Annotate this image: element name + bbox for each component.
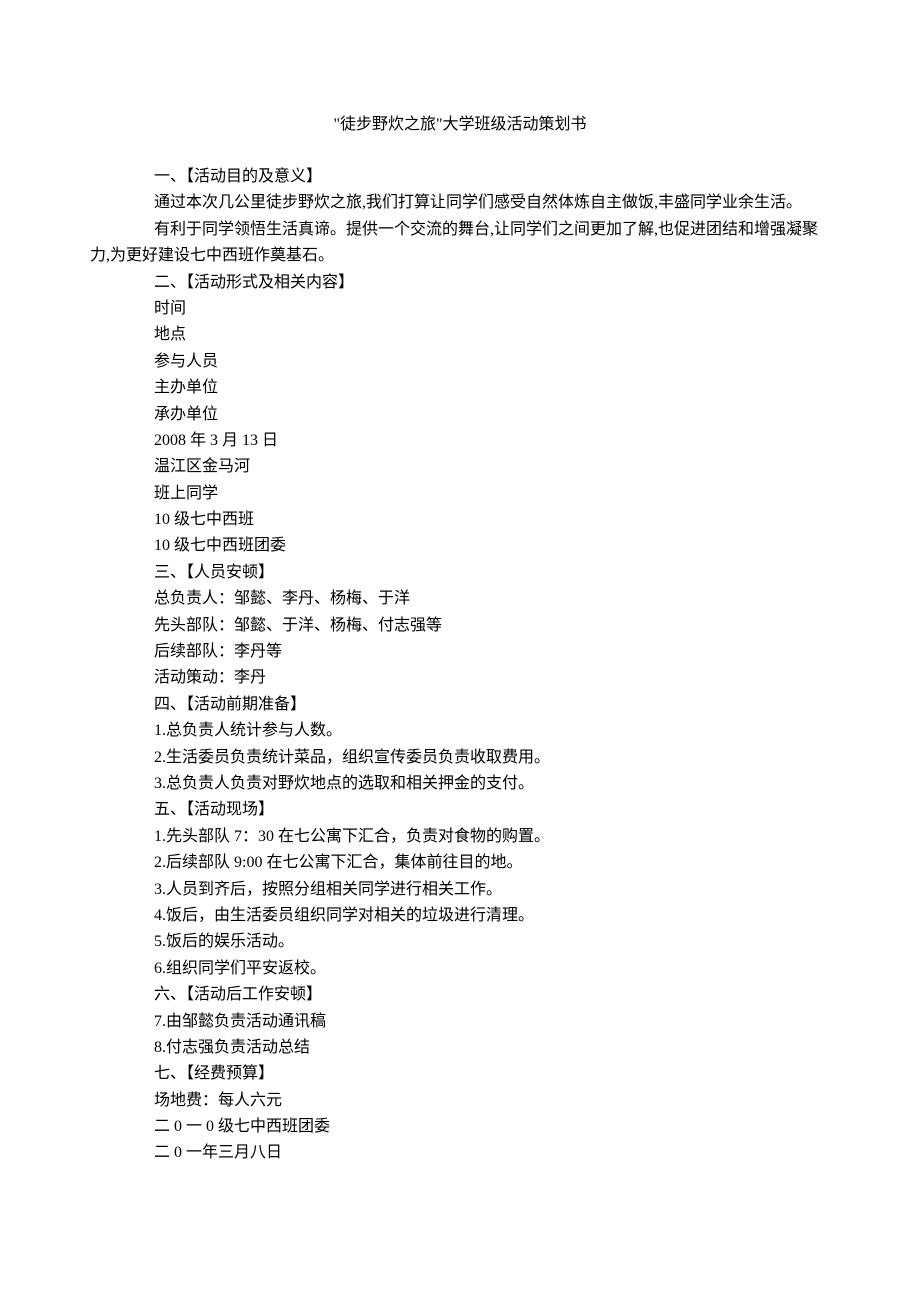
date-line: 二 0 一年三月八日 bbox=[154, 1140, 830, 1166]
section-budget: 七、【经费预算】 场地费：每人六元 二 0 一 0 级七中西班团委 二 0 一年… bbox=[90, 1061, 830, 1167]
list-item: 场地费：每人六元 bbox=[154, 1088, 830, 1114]
field-label: 地点 bbox=[154, 322, 830, 348]
body-paragraph: 通过本次几公里徒步野炊之旅,我们打算让同学们感受自然体炼自主做饭,丰盛同学业余生… bbox=[90, 190, 830, 216]
field-label: 主办单位 bbox=[154, 375, 830, 401]
body-paragraph: 有利于同学领悟生活真谛。提供一个交流的舞台,让同学们之间更加了解,也促进团结和增… bbox=[90, 217, 830, 270]
list-item: 4.饭后，由生活委员组织同学对相关的垃圾进行清理。 bbox=[154, 903, 830, 929]
section-heading: 一、【活动目的及意义】 bbox=[90, 164, 830, 190]
section-heading: 七、【经费预算】 bbox=[154, 1061, 830, 1087]
list-item: 先头部队：邹懿、于洋、杨梅、付志强等 bbox=[154, 613, 830, 639]
section-purpose: 一、【活动目的及意义】 通过本次几公里徒步野炊之旅,我们打算让同学们感受自然体炼… bbox=[90, 164, 830, 270]
field-value: 班上同学 bbox=[154, 481, 830, 507]
section-format: 二、【活动形式及相关内容】 时间 地点 参与人员 主办单位 承办单位 2008 … bbox=[90, 270, 830, 560]
field-value: 10 级七中西班 bbox=[154, 507, 830, 533]
field-label: 时间 bbox=[154, 296, 830, 322]
section-preparation: 四、【活动前期准备】 1.总负责人统计参与人数。 2.生活委员负责统计菜品，组织… bbox=[90, 692, 830, 798]
list-item: 6.组织同学们平安返校。 bbox=[154, 956, 830, 982]
list-item: 5.饭后的娱乐活动。 bbox=[154, 929, 830, 955]
list-item: 8.付志强负责活动总结 bbox=[154, 1035, 830, 1061]
list-item: 后续部队：李丹等 bbox=[154, 639, 830, 665]
field-label: 承办单位 bbox=[154, 402, 830, 428]
list-item: 1.先头部队 7：30 在七公寓下汇合，负责对食物的购置。 bbox=[154, 824, 830, 850]
section-heading: 四、【活动前期准备】 bbox=[154, 692, 830, 718]
section-heading: 二、【活动形式及相关内容】 bbox=[154, 270, 830, 296]
section-personnel: 三、【人员安顿】 总负责人：邹懿、李丹、杨梅、于洋 先头部队：邹懿、于洋、杨梅、… bbox=[90, 560, 830, 692]
document-page: "徒步野炊之旅"大学班级活动策划书 一、【活动目的及意义】 通过本次几公里徒步野… bbox=[0, 0, 920, 1227]
section-heading: 三、【人员安顿】 bbox=[154, 560, 830, 586]
field-value: 10 级七中西班团委 bbox=[154, 533, 830, 559]
list-item: 活动策动：李丹 bbox=[154, 665, 830, 691]
field-label: 参与人员 bbox=[154, 349, 830, 375]
list-item: 7.由邹懿负责活动通讯稿 bbox=[154, 1009, 830, 1035]
section-postwork: 六、【活动后工作安顿】 7.由邹懿负责活动通讯稿 8.付志强负责活动总结 bbox=[90, 982, 830, 1061]
field-value: 2008 年 3 月 13 日 bbox=[154, 428, 830, 454]
section-heading: 六、【活动后工作安顿】 bbox=[154, 982, 830, 1008]
section-onsite: 五、【活动现场】 1.先头部队 7：30 在七公寓下汇合，负责对食物的购置。 2… bbox=[90, 797, 830, 982]
list-item: 总负责人：邹懿、李丹、杨梅、于洋 bbox=[154, 586, 830, 612]
field-value: 温江区金马河 bbox=[154, 454, 830, 480]
list-item: 3.总负责人负责对野炊地点的选取和相关押金的支付。 bbox=[154, 771, 830, 797]
document-title: "徒步野炊之旅"大学班级活动策划书 bbox=[90, 110, 830, 134]
list-item: 3.人员到齐后，按照分组相关同学进行相关工作。 bbox=[154, 877, 830, 903]
section-heading: 五、【活动现场】 bbox=[154, 797, 830, 823]
list-item: 2.生活委员负责统计菜品，组织宣传委员负责收取费用。 bbox=[154, 745, 830, 771]
signature-line: 二 0 一 0 级七中西班团委 bbox=[154, 1114, 830, 1140]
list-item: 2.后续部队 9:00 在七公寓下汇合，集体前往目的地。 bbox=[154, 850, 830, 876]
list-item: 1.总负责人统计参与人数。 bbox=[154, 718, 830, 744]
